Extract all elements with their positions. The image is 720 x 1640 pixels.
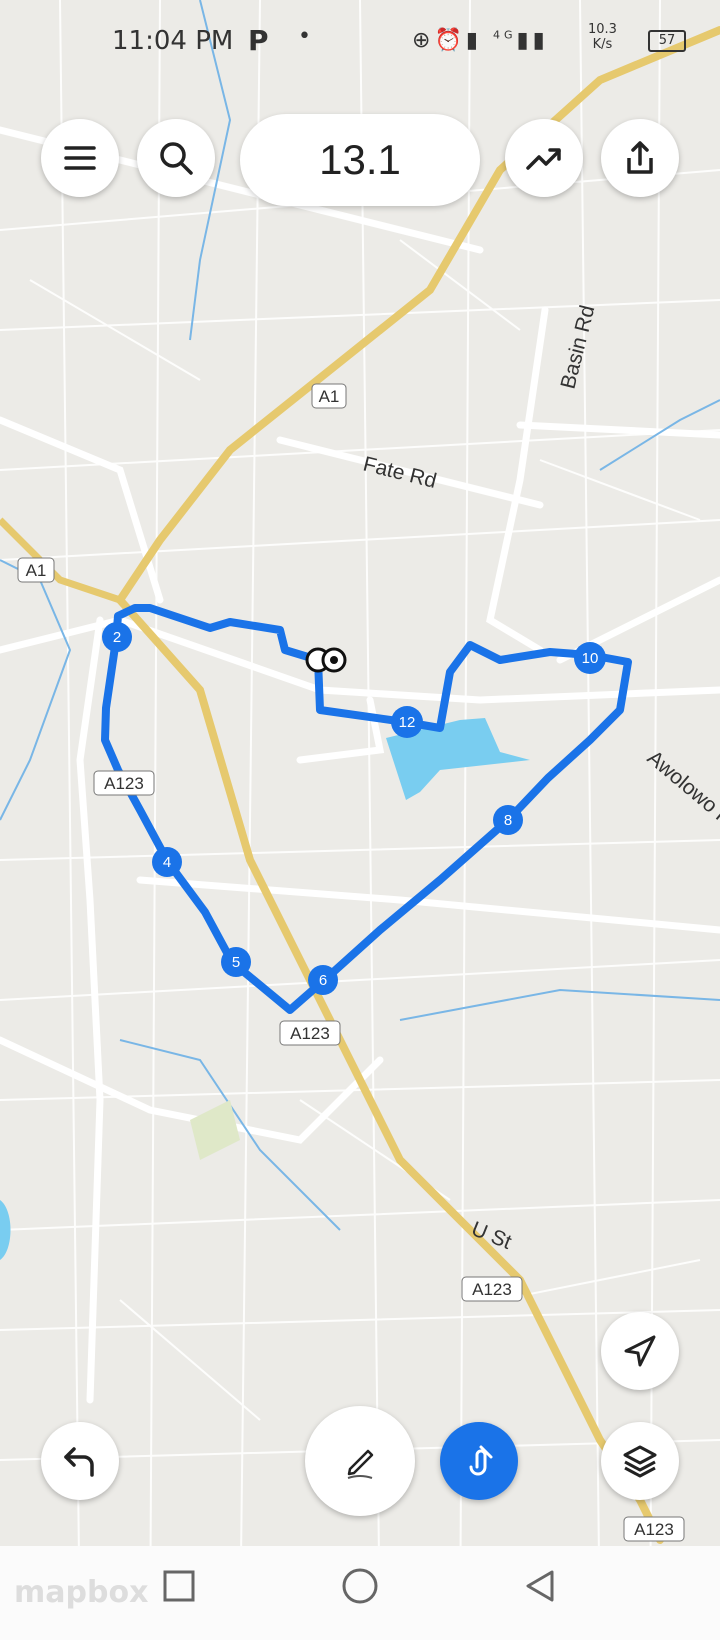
svg-text:12: 12 bbox=[399, 714, 416, 731]
trending-up-icon bbox=[526, 148, 561, 170]
svg-text:6: 6 bbox=[319, 972, 327, 989]
circle-icon[interactable] bbox=[340, 1566, 380, 1606]
draw-route-button[interactable] bbox=[305, 1406, 415, 1516]
waypoint-2[interactable]: 2 bbox=[102, 622, 132, 652]
road-shield-a1-west: A1 bbox=[17, 557, 55, 583]
waypoint-8[interactable]: 8 bbox=[493, 805, 523, 835]
battery-indicator: 57 bbox=[648, 30, 686, 52]
svg-text:A123: A123 bbox=[290, 1024, 330, 1043]
road-shield-a123-lower: A123 bbox=[461, 1276, 523, 1302]
locate-me-button[interactable] bbox=[601, 1312, 679, 1390]
svg-text:A123: A123 bbox=[634, 1520, 674, 1539]
snap-to-road-icon bbox=[469, 1445, 493, 1476]
undo-button[interactable] bbox=[41, 1422, 119, 1500]
svg-text:2: 2 bbox=[113, 629, 121, 646]
layers-button[interactable] bbox=[601, 1422, 679, 1500]
share-button[interactable] bbox=[601, 119, 679, 197]
road-shield-a123-south: A123 bbox=[279, 1020, 341, 1046]
network-speed: 10.3 K/s bbox=[588, 22, 617, 52]
layers-icon bbox=[623, 1445, 657, 1478]
svg-text:A1: A1 bbox=[26, 561, 47, 580]
svg-text:5: 5 bbox=[232, 954, 240, 971]
distance-display[interactable]: 13.1 bbox=[240, 114, 480, 206]
undo-icon bbox=[64, 1447, 94, 1477]
search-button[interactable] bbox=[137, 119, 215, 197]
status-time: 11:04 PM bbox=[112, 26, 234, 56]
road-shield-a123-west: A123 bbox=[93, 770, 155, 796]
waypoint-5[interactable]: 5 bbox=[221, 947, 251, 977]
road-shield-a123-bottom: A123 bbox=[623, 1516, 685, 1542]
svg-text:8: 8 bbox=[504, 812, 512, 829]
svg-text:10: 10 bbox=[582, 650, 599, 667]
parking-app-icon: P bbox=[248, 24, 269, 57]
waypoint-6[interactable]: 6 bbox=[308, 965, 338, 995]
status-bar: 11:04 PM P • ⊕⏰▮ 4G▮▮ 10.3 K/s 57 bbox=[0, 0, 720, 80]
network-type: 4G bbox=[492, 28, 517, 42]
triangle-back-icon[interactable] bbox=[522, 1566, 558, 1606]
pencil-icon bbox=[347, 1449, 374, 1479]
svg-text:A1: A1 bbox=[319, 387, 340, 406]
status-icons: ⊕⏰▮ 4G▮▮ bbox=[412, 28, 549, 53]
svg-text:4: 4 bbox=[163, 854, 171, 871]
search-icon bbox=[160, 142, 193, 175]
snap-to-road-button[interactable] bbox=[440, 1422, 518, 1500]
signal-icon: ▮ bbox=[465, 28, 482, 53]
road-shield-a1: A1 bbox=[311, 383, 347, 409]
share-icon bbox=[627, 141, 653, 174]
map-canvas[interactable]: 2 4 5 6 8 10 12 A1 A1 Fate Rd Basin Rd A… bbox=[0, 0, 720, 1640]
waypoint-10[interactable]: 10 bbox=[574, 642, 606, 674]
mapbox-attribution[interactable]: mapbox bbox=[14, 1575, 148, 1610]
data-saver-icon: ⊕ bbox=[412, 28, 435, 53]
menu-icon bbox=[64, 146, 96, 170]
waypoint-4[interactable]: 4 bbox=[152, 847, 182, 877]
alarm-icon: ⏰ bbox=[434, 28, 466, 53]
svg-text:A123: A123 bbox=[104, 774, 144, 793]
notification-dot: • bbox=[298, 24, 311, 49]
svg-text:A123: A123 bbox=[472, 1280, 512, 1299]
waypoint-12[interactable]: 12 bbox=[391, 706, 423, 738]
square-icon[interactable] bbox=[162, 1566, 198, 1606]
navigation-arrow-icon bbox=[624, 1335, 656, 1367]
signal-strength-icon: ▮▮ bbox=[516, 28, 549, 53]
menu-button[interactable] bbox=[41, 119, 119, 197]
elevation-button[interactable] bbox=[505, 119, 583, 197]
route-start-end-marker[interactable] bbox=[305, 647, 347, 673]
